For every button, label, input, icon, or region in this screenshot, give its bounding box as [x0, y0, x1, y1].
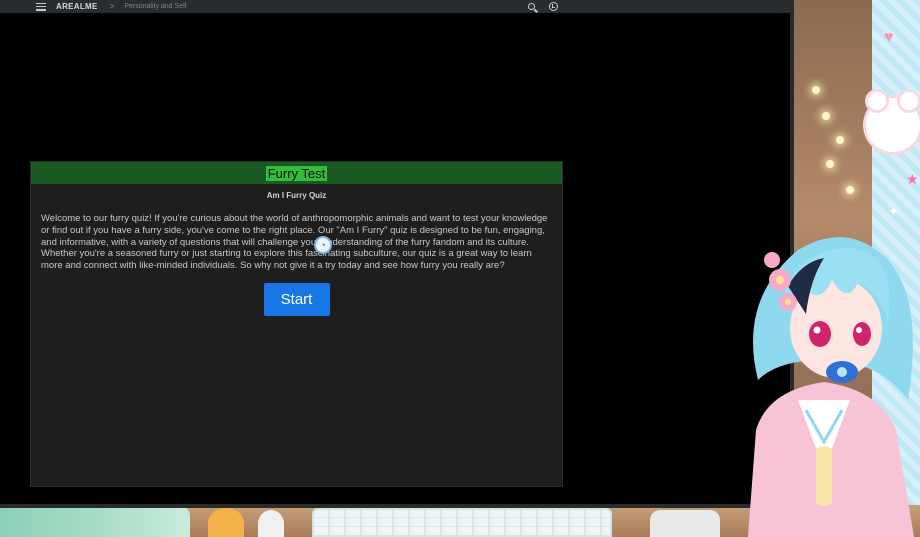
quiz-header: Furry Test [31, 162, 562, 184]
bird-plush [258, 510, 284, 537]
breadcrumb-separator: > [109, 2, 115, 11]
breadcrumb[interactable]: Personality and Self [124, 3, 186, 10]
quiz-card: Furry Test Am I Furry Quiz Welcome to ou… [30, 161, 563, 487]
quiz-description: Welcome to our furry quiz! If you're cur… [41, 213, 548, 272]
search-icon[interactable] [528, 3, 535, 10]
keyboard [312, 508, 612, 537]
site-brand[interactable]: AREALME [56, 2, 98, 11]
bear-sticker [866, 92, 920, 152]
quiz-title: Furry Test [265, 165, 328, 181]
monitor: AREALME > Personality and Self Furry Tes… [0, 0, 794, 508]
site-header: AREALME > Personality and Self [0, 0, 790, 13]
cursor-icon: ◔ [316, 238, 330, 252]
vtuber-avatar [748, 237, 914, 537]
star-icon: ★ [906, 171, 919, 187]
start-button[interactable]: Start [263, 282, 330, 316]
history-icon[interactable] [549, 2, 558, 11]
fairy-light [812, 86, 820, 94]
stream-scene: ♥ ★ ✦ AREALME > Personality and Self Fur… [0, 0, 920, 537]
heart-icon: ♥ [884, 29, 894, 46]
fairy-light [836, 136, 844, 144]
header-actions [528, 0, 558, 13]
fairy-light [846, 186, 854, 194]
desk-plush [0, 506, 190, 537]
fairy-light [822, 112, 830, 120]
browser-viewport: AREALME > Personality and Self Furry Tes… [0, 0, 790, 504]
quiz-subtitle: Am I Furry Quiz [266, 191, 327, 200]
mouse [650, 510, 720, 537]
fairy-light [826, 160, 834, 168]
duck-plush [208, 508, 244, 537]
menu-icon[interactable] [36, 2, 46, 11]
